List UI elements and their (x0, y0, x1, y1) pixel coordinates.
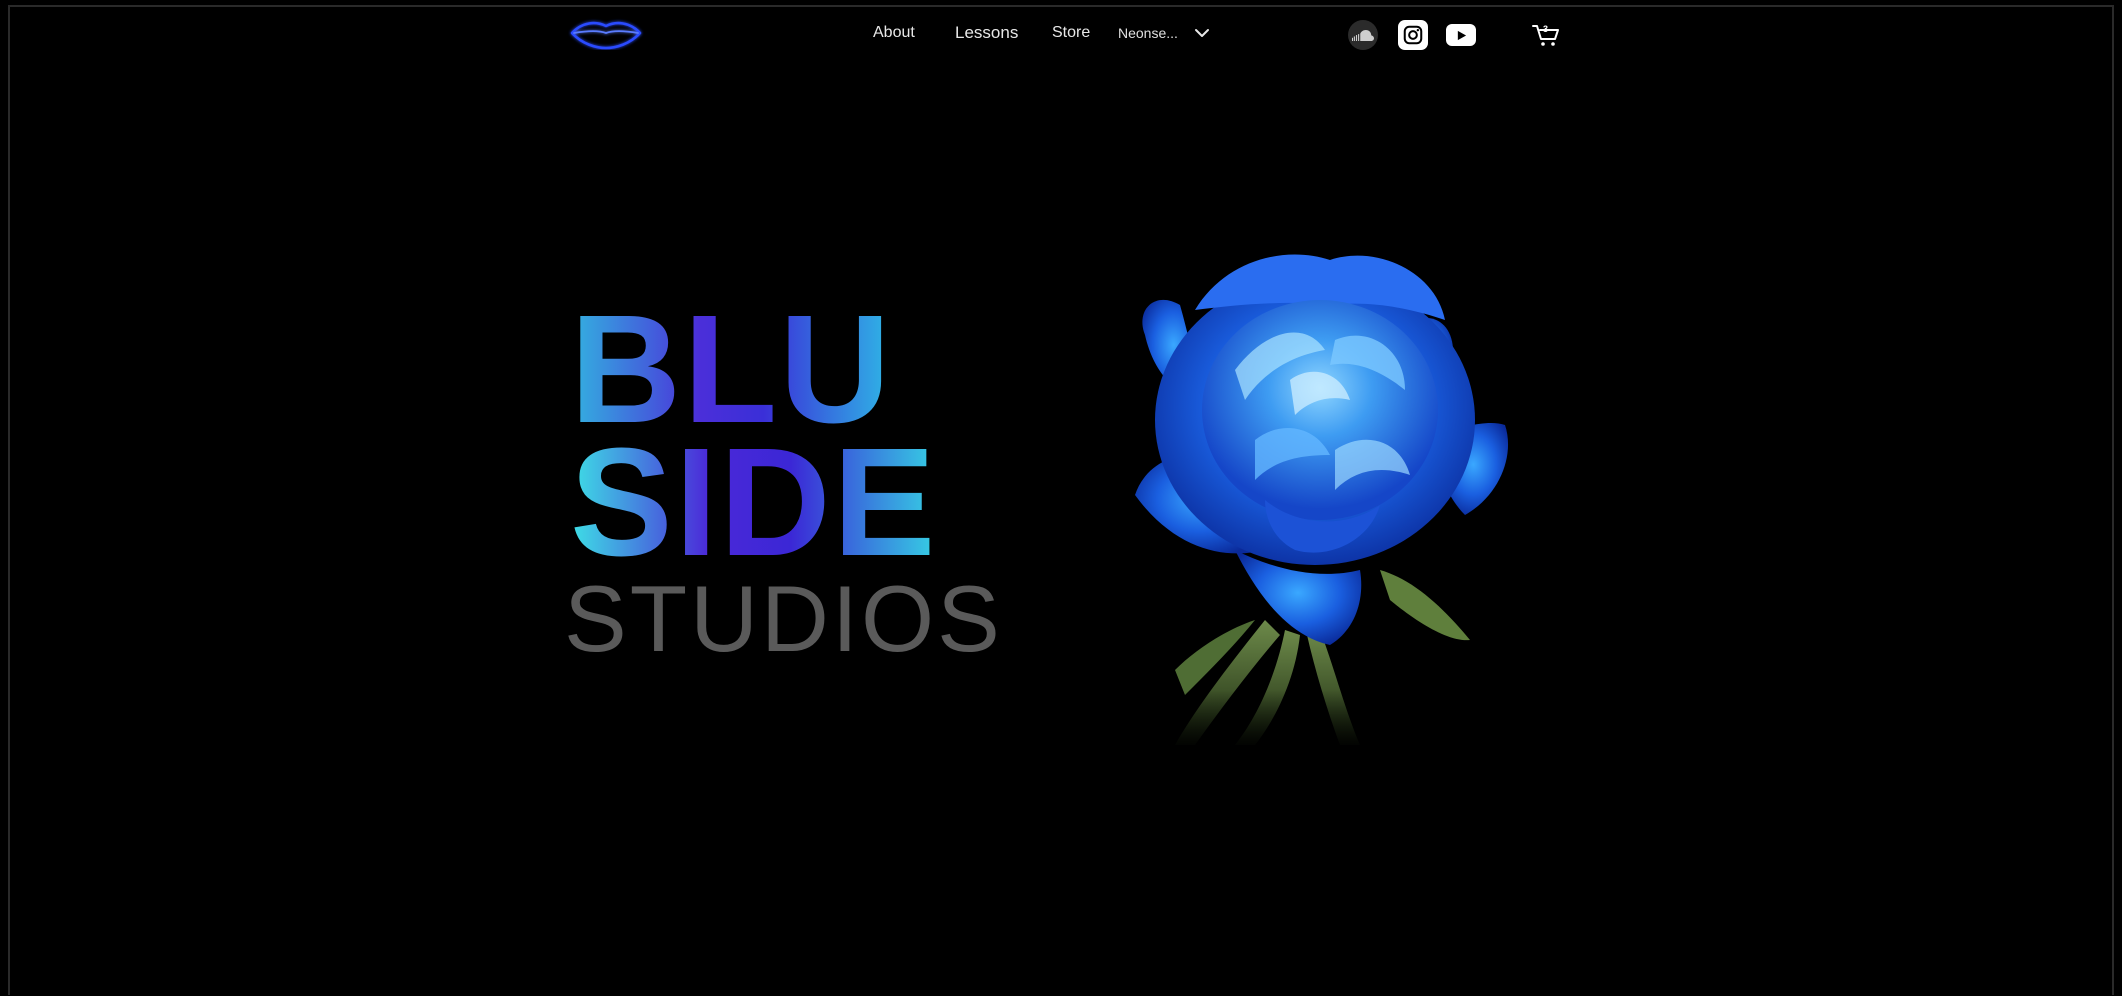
chevron-down-icon (1194, 29, 1209, 37)
soundcloud-link[interactable] (1348, 20, 1378, 50)
page-frame (8, 5, 2114, 995)
nav-about[interactable]: About (873, 22, 915, 44)
nav-store[interactable]: Store (1052, 22, 1090, 44)
lips-icon (570, 21, 642, 50)
nav-lessons[interactable]: Lessons (955, 22, 1018, 44)
peony-flower-icon (1135, 254, 1509, 750)
hero-title-side: SIDE (570, 416, 938, 588)
hero-title-studios: STUDIOS (564, 566, 1003, 671)
neon-lips-logo[interactable] (568, 18, 644, 50)
youtube-link[interactable] (1446, 24, 1476, 46)
cart-button[interactable]: 3 (1532, 22, 1560, 48)
youtube-icon (1457, 30, 1466, 40)
instagram-icon (1403, 25, 1423, 45)
blue-peony-image (1115, 250, 1515, 750)
nav-more-label: Neonse... (1118, 25, 1178, 41)
cart-count-badge: 3 (1543, 24, 1549, 34)
instagram-link[interactable] (1398, 20, 1428, 50)
nav-more-dropdown[interactable]: Neonse... (1118, 22, 1210, 44)
soundcloud-icon (1352, 29, 1374, 41)
